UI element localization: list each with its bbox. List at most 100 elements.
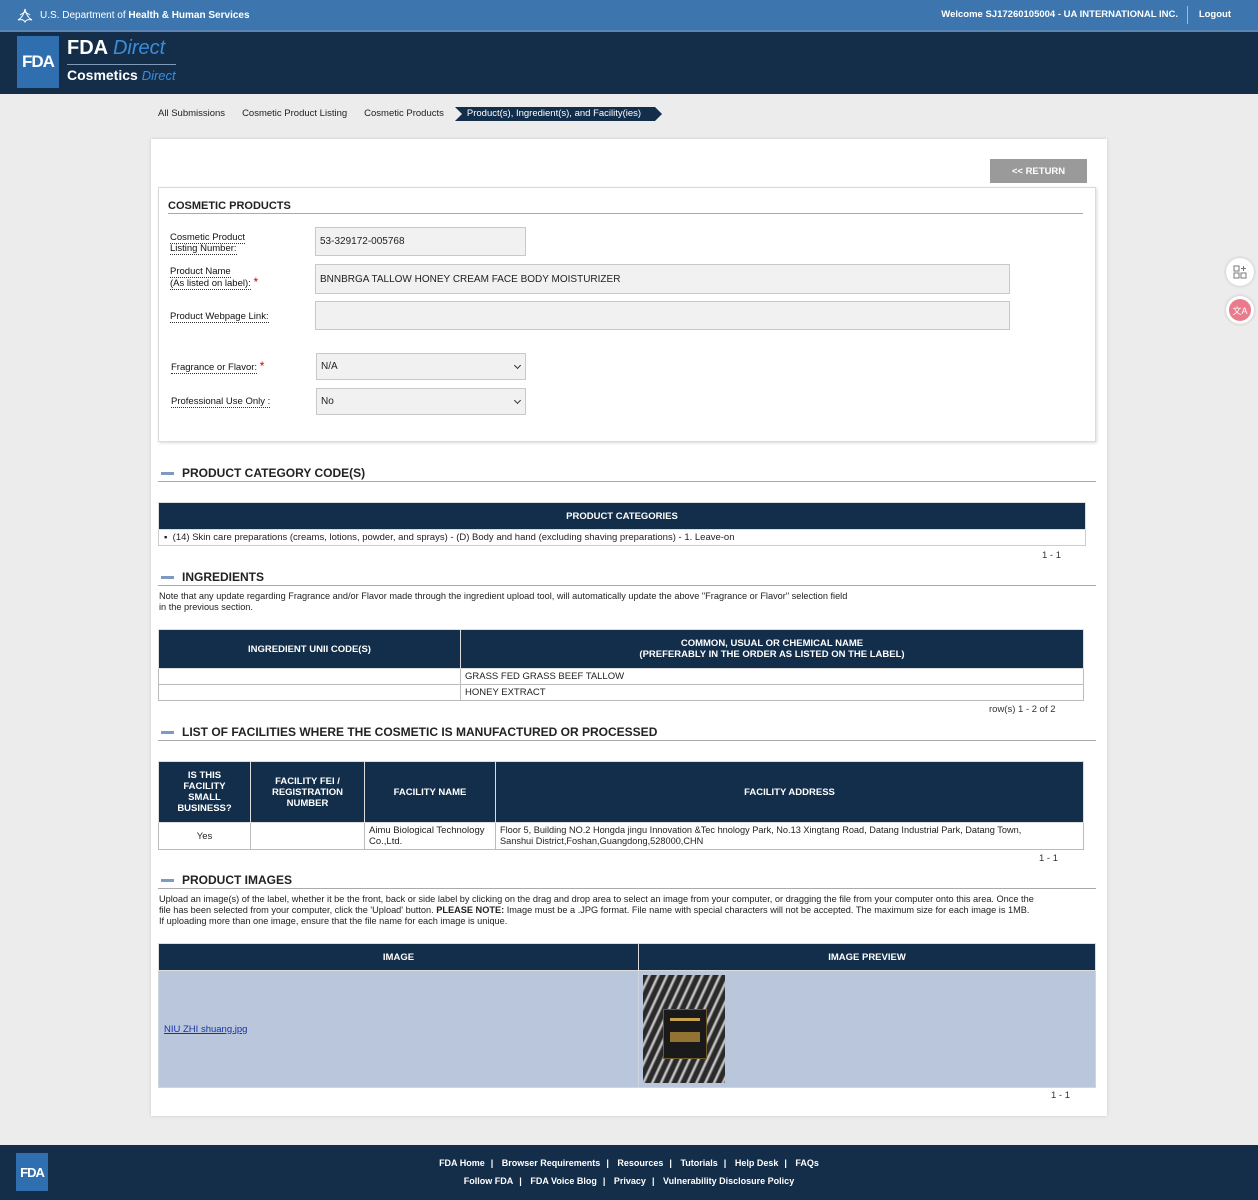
- image-file-link[interactable]: NIU ZHI shuang.jpg: [164, 1024, 247, 1035]
- webpage-link-field[interactable]: [315, 301, 1010, 330]
- small-business-column-header: IS THIS FACILITY SMALL BUSINESS?: [158, 761, 251, 823]
- name-column-header: COMMON, USUAL OR CHEMICAL NAME (PREFERAB…: [460, 629, 1084, 669]
- footer-link-tutorials[interactable]: Tutorials: [680, 1158, 717, 1168]
- facilities-section-title: LIST OF FACILITIES WHERE THE COSMETIC IS…: [161, 725, 657, 739]
- section-divider: [158, 481, 1096, 482]
- listing-number-field[interactable]: 53-329172-005768: [315, 227, 526, 256]
- professional-use-selected-value: No: [321, 396, 334, 407]
- category-table-header: PRODUCT CATEGORIES: [158, 502, 1086, 530]
- footer-link-browser-requirements[interactable]: Browser Requirements: [502, 1158, 601, 1168]
- fragrance-select[interactable]: N/A: [316, 353, 526, 380]
- footer-link-help-desk[interactable]: Help Desk: [735, 1158, 779, 1168]
- breadcrumb-cosmetic-product-listing[interactable]: Cosmetic Product Listing: [236, 107, 358, 121]
- facilities-table: IS THIS FACILITY SMALL BUSINESS? FACILIT…: [158, 761, 1084, 850]
- facility-name-cell: Aimu Biological Technology Co.,Ltd.: [364, 822, 496, 850]
- logout-link[interactable]: Logout: [1199, 9, 1231, 20]
- professional-use-label: Professional Use Only :: [171, 396, 271, 408]
- table-row: ▪ (14) Skin care preparations (creams, l…: [158, 529, 1086, 546]
- footer-link-faqs[interactable]: FAQs: [795, 1158, 819, 1168]
- grid-apps-icon[interactable]: [1226, 258, 1254, 286]
- category-section-title: PRODUCT CATEGORY CODE(S): [161, 466, 365, 480]
- facility-name-column-header: FACILITY NAME: [364, 761, 496, 823]
- facilities-pager: 1 - 1: [1039, 853, 1059, 864]
- site-footer: FDA FDA Home | Browser Requirements | Reso…: [0, 1145, 1258, 1200]
- hhs-top-bar: U.S. Department of Health & Human Servic…: [0, 0, 1258, 30]
- product-image-thumbnail[interactable]: [643, 975, 725, 1083]
- name-column-header-line2: (PREFERABLY IN THE ORDER AS LISTED ON TH…: [639, 649, 905, 660]
- product-name-label-line1: Product Name: [170, 266, 231, 278]
- category-cell: ▪ (14) Skin care preparations (creams, l…: [158, 529, 1086, 546]
- footer-link-follow-fda[interactable]: Follow FDA: [464, 1176, 514, 1186]
- professional-use-label-text: Professional Use Only :: [171, 396, 271, 408]
- return-button[interactable]: << RETURN: [990, 159, 1087, 183]
- listing-label-line2: Listing Number:: [170, 243, 237, 255]
- facility-address-cell: Floor 5, Building NO.2 Hongda jingu Inno…: [495, 822, 1084, 850]
- facilities-section-title-text: LIST OF FACILITIES WHERE THE COSMETIC IS…: [182, 725, 658, 739]
- category-section-title-text: PRODUCT CATEGORY CODE(S): [182, 466, 366, 480]
- images-section-title: PRODUCT IMAGES: [161, 873, 292, 887]
- ingredients-section-title: INGREDIENTS: [161, 570, 264, 584]
- table-row: GRASS FED GRASS BEEF TALLOW: [158, 668, 1084, 685]
- images-note-line1: Upload an image(s) of the label, whether…: [159, 894, 1034, 904]
- section-dash-icon: [161, 471, 174, 475]
- section-divider: [158, 888, 1096, 889]
- title-divider: [168, 213, 1083, 214]
- unii-cell: [158, 684, 461, 701]
- category-value: (14) Skin care preparations (creams, lot…: [172, 532, 735, 543]
- ingredients-note-line2: in the previous section.: [159, 602, 253, 612]
- section-divider: [158, 740, 1096, 741]
- facility-name-line1: Aimu Biological Technology: [369, 825, 485, 836]
- product-name-label: Product Name (As listed on label): *: [170, 266, 258, 290]
- fei-column-header: FACILITY FEI / REGISTRATION NUMBER: [250, 761, 365, 823]
- fragrance-label: Fragrance or Flavor: *: [171, 360, 264, 374]
- fei-header-line1: FACILITY FEI /: [275, 775, 340, 787]
- welcome-text: Welcome SJ17260105004 - UA INTERNATIONAL…: [941, 9, 1178, 20]
- footer-links-row1: FDA Home | Browser Requirements | Resource…: [0, 1158, 1258, 1168]
- ingredients-note-line1: Note that any update regarding Fragrance…: [159, 591, 848, 601]
- ingredient-name-cell: GRASS FED GRASS BEEF TALLOW: [460, 668, 1084, 685]
- product-name-field[interactable]: BNNBRGA TALLOW HONEY CREAM FACE BODY MOI…: [315, 264, 1010, 294]
- facility-name-line2: Co.,Ltd.: [369, 836, 403, 847]
- footer-link-vulnerability-disclosure[interactable]: Vulnerability Disclosure Policy: [663, 1176, 794, 1186]
- cosmetic-products-box: COSMETIC PRODUCTS Cosmetic Product Listi…: [158, 187, 1096, 442]
- breadcrumb-cosmetic-products[interactable]: Cosmetic Products: [358, 107, 455, 121]
- translate-icon[interactable]: 文A: [1226, 296, 1254, 324]
- images-note-please-note: PLEASE NOTE:: [436, 905, 505, 915]
- hhs-title: U.S. Department of Health & Human Servic…: [40, 10, 250, 21]
- facility-address-column-header: FACILITY ADDRESS: [495, 761, 1084, 823]
- unii-cell: [158, 668, 461, 685]
- images-table: IMAGE IMAGE PREVIEW NIU ZHI shuang.jpg: [158, 943, 1096, 1088]
- small-business-header-line4: BUSINESS?: [177, 803, 232, 814]
- table-row: Yes Aimu Biological Technology Co.,Ltd. …: [158, 822, 1084, 850]
- professional-use-select[interactable]: No: [316, 388, 526, 415]
- image-column-header: IMAGE: [158, 943, 639, 971]
- footer-link-privacy[interactable]: Privacy: [614, 1176, 646, 1186]
- brand-direct: Direct: [112, 37, 166, 59]
- images-note-line3: If uploading more than one image, ensure…: [159, 916, 508, 926]
- small-business-cell: Yes: [158, 822, 251, 850]
- ingredients-pager: row(s) 1 - 2 of 2: [989, 704, 1056, 715]
- footer-link-fda-home[interactable]: FDA Home: [439, 1158, 485, 1168]
- cosmetics-direct-brand: Cosmetics Direct: [67, 64, 176, 83]
- footer-link-resources[interactable]: Resources: [617, 1158, 663, 1168]
- app-header: FDA FDA Direct Cosmetics Direct: [0, 30, 1258, 94]
- breadcrumb-current: Product(s), Ingredient(s), and Facility(…: [454, 107, 663, 121]
- fda-logo[interactable]: FDA: [17, 36, 59, 88]
- fragrance-label-text: Fragrance or Flavor:: [171, 362, 258, 374]
- footer-link-fda-voice-blog[interactable]: FDA Voice Blog: [530, 1176, 597, 1186]
- image-preview-cell: [638, 970, 1096, 1088]
- name-column-header-line1: COMMON, USUAL OR CHEMICAL NAME: [680, 638, 864, 649]
- footer-separator: |: [784, 1158, 787, 1168]
- small-business-header-line2: FACILITY: [183, 781, 226, 792]
- image-preview-column-header: IMAGE PREVIEW: [638, 943, 1096, 971]
- images-note: Upload an image(s) of the label, whether…: [159, 894, 1099, 927]
- breadcrumb: All Submissions Cosmetic Product Listing…: [152, 107, 663, 121]
- facility-address-line1: Floor 5, Building NO.2 Hongda jingu Inno…: [500, 825, 1022, 835]
- ingredient-name-cell: HONEY EXTRACT: [460, 684, 1084, 701]
- fei-header-line3: NUMBER: [286, 797, 329, 809]
- footer-separator: |: [723, 1158, 727, 1168]
- fei-cell: [250, 822, 365, 850]
- footer-separator: |: [669, 1158, 672, 1168]
- breadcrumb-all-submissions[interactable]: All Submissions: [152, 107, 236, 121]
- images-note-line2a: file has been selected from your compute…: [159, 905, 434, 915]
